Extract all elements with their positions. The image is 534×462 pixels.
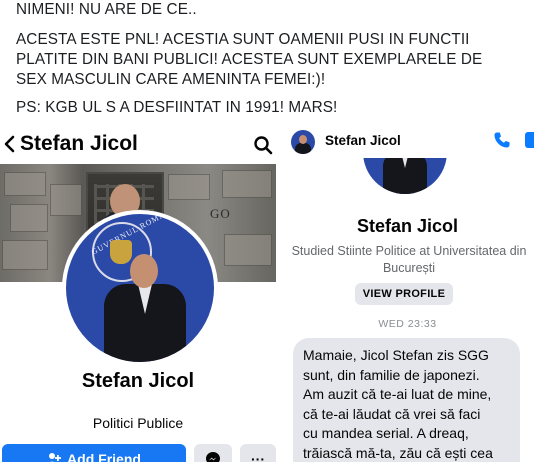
add-friend-icon (49, 453, 62, 462)
post-text: NIMENI! NU ARE DE CE.. ACESTA ESTE PNL! … (0, 0, 534, 128)
messenger-screenshot: Stefan Jicol Stefan Jicol Studied Stiint… (281, 128, 534, 462)
profile-header: Stefan Jicol (0, 128, 276, 162)
message-timestamp: WED 23:33 (378, 318, 437, 330)
message-line: sunt, din familie de japonezi. (303, 366, 480, 383)
chat-header-name[interactable]: Stefan Jicol (325, 133, 401, 148)
message-line: că te-ai lăudat că vrei să faci (303, 405, 481, 422)
post-line: PLATITE DIN BANI PUBLICI! ACESTEA SUNT E… (16, 51, 483, 68)
chat-header: Stefan Jicol (281, 128, 534, 158)
profile-header-name: Stefan Jicol (20, 132, 138, 155)
post-line: PS: KGB UL S A DESFIINTAT IN 1991! MARS! (16, 99, 338, 116)
view-profile-button[interactable]: VIEW PROFILE (355, 283, 453, 305)
add-friend-label: Add Friend (67, 451, 141, 462)
video-call-icon[interactable] (525, 132, 534, 148)
more-options-button[interactable]: ··· (240, 444, 276, 462)
chat-contact-name: Stefan Jicol (356, 216, 459, 236)
message-line: Mamaie, Jicol Stefan zis SGG (303, 347, 489, 363)
chat-contact-studied: Studied Stiinte Politice at Universitate… (291, 244, 527, 275)
profile-picture[interactable]: GUVERNUL ROMÂNIEI (62, 210, 218, 366)
cover-sign-text: GO (210, 206, 231, 221)
add-friend-button[interactable]: Add Friend (2, 444, 186, 462)
messenger-icon (206, 452, 220, 462)
profile-name: Stefan Jicol (81, 370, 195, 392)
post-line: SEX MASCULIN CARE AMENINTA FEMEI:)! (16, 71, 326, 88)
chat-header-avatar[interactable] (291, 130, 315, 154)
post-line: NIMENI! NU ARE DE CE.. (16, 1, 197, 18)
message-line: cu mandea serial. A dreaq, (303, 425, 469, 442)
message-line: trăiască mă-ta, zău că ești cea (303, 444, 493, 461)
profile-job: Politici Publice (92, 415, 184, 431)
post-line: ACESTA ESTE PNL! ACESTIA SUNT OAMENII PU… (16, 31, 470, 48)
back-arrow-icon[interactable] (2, 134, 16, 154)
coat-of-arms (110, 240, 132, 264)
phone-icon[interactable] (493, 131, 511, 149)
message-bubble[interactable]: Mamaie, Jicol Stefan zis SGG sunt, din f… (293, 338, 520, 462)
message-line: Am auzit că te-ai luat de mine, (303, 386, 492, 403)
message-button[interactable] (194, 444, 232, 462)
search-icon[interactable] (253, 135, 273, 155)
facebook-profile-screenshot: Stefan Jicol GO GUVERNUL ROMÂNIEI Stefan… (0, 128, 276, 462)
